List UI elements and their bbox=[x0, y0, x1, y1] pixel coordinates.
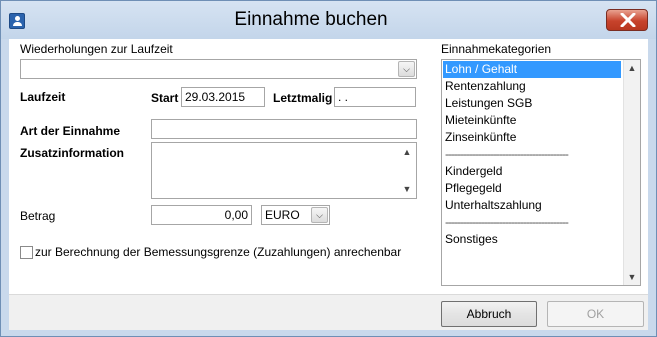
letztmalig-label: Letztmalig bbox=[273, 91, 333, 105]
chevron-up-icon[interactable]: ▲ bbox=[399, 144, 415, 160]
start-date-field[interactable]: 29.03.2015 bbox=[181, 87, 265, 107]
anrechenbar-label: zur Berechnung der Bemessungsgrenze (Zuz… bbox=[35, 245, 402, 259]
wiederholungen-label: Wiederholungen zur Laufzeit bbox=[20, 42, 173, 56]
chevron-down-icon[interactable]: ⌵ bbox=[311, 207, 328, 223]
start-label: Start bbox=[151, 91, 179, 105]
list-item[interactable]: Sonstiges bbox=[445, 231, 498, 248]
end-date-field[interactable]: . . bbox=[334, 87, 416, 107]
currency-select[interactable]: EURO ⌵ bbox=[261, 205, 330, 225]
currency-value: EURO bbox=[265, 208, 300, 222]
cancel-button[interactable]: Abbruch bbox=[441, 301, 537, 327]
chevron-down-icon[interactable]: ▼ bbox=[624, 269, 640, 285]
list-item[interactable]: Unterhaltszahlung bbox=[445, 197, 542, 214]
zusatz-textarea[interactable]: ▲ ▼ bbox=[151, 142, 417, 199]
list-scrollbar[interactable]: ▲ ▼ bbox=[623, 60, 640, 285]
betrag-label: Betrag bbox=[20, 209, 56, 223]
categories-listbox[interactable]: Lohn / Gehalt Rentenzahlung Leistungen S… bbox=[441, 59, 641, 286]
categories-label: Einnahmekategorien bbox=[441, 42, 552, 56]
button-bar: Abbruch OK bbox=[9, 294, 648, 330]
list-item[interactable]: Kindergeld bbox=[445, 163, 502, 180]
list-item[interactable]: Rentenzahlung bbox=[445, 78, 526, 95]
laufzeit-label: Laufzeit bbox=[20, 90, 66, 104]
list-item[interactable]: Zinseinkünfte bbox=[445, 129, 516, 146]
dialog-window: Einnahme buchen Wiederholungen zur Laufz… bbox=[0, 0, 657, 337]
anrechenbar-checkbox[interactable] bbox=[20, 246, 33, 259]
ok-button[interactable]: OK bbox=[547, 301, 644, 327]
chevron-up-icon[interactable]: ▲ bbox=[624, 60, 640, 76]
list-item[interactable]: Pflegegeld bbox=[445, 180, 502, 197]
chevron-down-icon[interactable]: ⌵ bbox=[398, 61, 415, 77]
dialog-content: Wiederholungen zur Laufzeit ⌵ Laufzeit S… bbox=[9, 39, 648, 294]
list-item[interactable]: Lohn / Gehalt bbox=[443, 61, 621, 78]
wiederholungen-select[interactable]: ⌵ bbox=[20, 59, 417, 79]
list-separator: ----------------------------------------… bbox=[445, 215, 569, 229]
title-bar: Einnahme buchen bbox=[1, 1, 656, 39]
window-title: Einnahme buchen bbox=[234, 9, 388, 30]
list-item[interactable]: Leistungen SGB bbox=[445, 95, 532, 112]
art-input[interactable] bbox=[151, 119, 417, 139]
list-separator: ----------------------------------------… bbox=[445, 147, 569, 161]
close-button[interactable] bbox=[606, 9, 648, 31]
list-item[interactable]: Mieteinkünfte bbox=[445, 112, 516, 129]
betrag-input[interactable]: 0,00 bbox=[151, 205, 252, 225]
zusatz-label: Zusatzinformation bbox=[20, 146, 124, 160]
close-icon bbox=[620, 13, 636, 27]
art-label: Art der Einnahme bbox=[20, 124, 121, 138]
chevron-down-icon[interactable]: ▼ bbox=[399, 181, 415, 197]
